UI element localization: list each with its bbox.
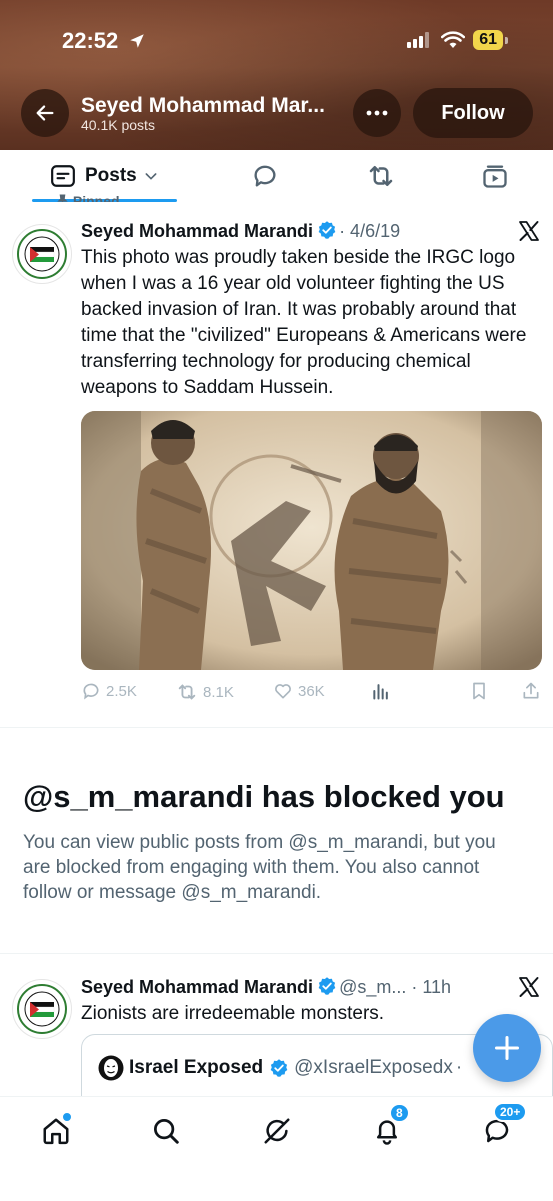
home-unread-dot: [62, 1112, 72, 1122]
author-avatar[interactable]: [12, 224, 72, 284]
reply-icon: [83, 683, 99, 700]
author-avatar-2[interactable]: [12, 979, 72, 1039]
x-logo-icon: [519, 977, 539, 997]
tab-replies[interactable]: [251, 150, 279, 202]
bookmark-button[interactable]: [469, 681, 489, 701]
tab-bar-mask: [0, 202, 553, 214]
post-divider: [0, 727, 553, 728]
share-icon: [523, 682, 539, 699]
verified-badge-icon: [318, 221, 336, 239]
repost-count: 8.1K: [203, 683, 234, 701]
quoted-post-header: Israel Exposed @xIsraelExposedx ·: [98, 1055, 462, 1081]
profile-posts-count: 40.1K posts: [81, 117, 155, 133]
back-button[interactable]: [21, 89, 69, 137]
palestine-flag-logo-icon: [17, 229, 67, 279]
share-button[interactable]: [521, 681, 541, 701]
author-name[interactable]: Seyed Mohammad Marandi: [81, 221, 313, 241]
nav-grok[interactable]: [257, 1111, 297, 1151]
tab-media[interactable]: [481, 150, 509, 202]
repost-icon: [369, 166, 393, 186]
views-button[interactable]: [371, 681, 391, 701]
like-count: 36K: [298, 682, 325, 700]
tab-posts-label: Posts: [85, 165, 137, 186]
post-photo[interactable]: [81, 411, 542, 670]
posts-icon: [51, 165, 75, 187]
nav-messages[interactable]: 20+: [477, 1102, 528, 1151]
more-dots-icon: [366, 110, 388, 116]
quoted-author-handle: @xIsraelExposedx: [294, 1057, 453, 1078]
location-arrow-icon: [130, 34, 145, 48]
signal-icon: [407, 32, 430, 48]
reply-count: 2.5K: [106, 682, 137, 700]
pinned-post-actions: 2.5K 8.1K 36K: [81, 681, 541, 703]
quoted-author-name: Israel Exposed: [129, 1057, 264, 1078]
post-date[interactable]: · 4/6/19: [339, 221, 400, 241]
status-indicators: 61: [407, 30, 508, 50]
status-time: 22:52: [62, 28, 146, 54]
grok-icon: [264, 1118, 290, 1144]
battery-indicator: 61: [473, 30, 508, 50]
anonymous-mask-avatar-icon: [98, 1055, 124, 1081]
quoted-post-time: ·: [455, 1057, 463, 1078]
author-handle-2[interactable]: @s_m...: [339, 977, 406, 997]
reply-bubble-icon: [254, 165, 276, 187]
clock-text: 22:52: [62, 28, 119, 53]
nav-home[interactable]: [36, 1111, 76, 1151]
blocked-description: You can view public posts from @s_m_mara…: [23, 832, 496, 903]
second-post-header: Seyed Mohammad Marandi @s_m... · 11h: [81, 976, 451, 998]
nav-search[interactable]: [146, 1111, 186, 1151]
second-post-text: Zionists are irredeemable monsters.: [81, 1003, 385, 1024]
bar-chart-icon: [373, 684, 388, 700]
author-name-2[interactable]: Seyed Mohammad Marandi: [81, 977, 313, 997]
nav-notifications[interactable]: 8: [367, 1103, 410, 1151]
arrow-left-icon: [36, 105, 54, 121]
pinned-post-header: Seyed Mohammad Marandi · 4/6/19: [81, 220, 400, 242]
repost-button[interactable]: 8.1K: [176, 681, 234, 703]
more-options-button[interactable]: [353, 89, 401, 137]
heart-icon: [275, 684, 291, 699]
like-button[interactable]: 36K: [273, 681, 325, 701]
verified-badge-icon: [318, 977, 336, 995]
palestine-flag-logo-icon: [17, 984, 67, 1034]
follow-button[interactable]: Follow: [413, 88, 533, 138]
x-logo-icon: [519, 221, 539, 241]
irgc-photo-image: [81, 411, 542, 670]
chevron-down-icon: [145, 173, 157, 180]
pinned-post-text: This photo was proudly taken beside the …: [81, 247, 527, 398]
blocked-title: @s_m_marandi has blocked you: [23, 779, 505, 814]
bookmark-icon: [473, 682, 485, 700]
plus-icon: [494, 1035, 520, 1061]
verified-badge-icon: [270, 1059, 288, 1077]
notifications-badge: 8: [389, 1103, 410, 1123]
notice-divider: [0, 953, 553, 954]
tab-reposts[interactable]: [366, 150, 396, 202]
compose-post-button[interactable]: [473, 1014, 541, 1082]
search-icon: [154, 1119, 179, 1144]
profile-name: Seyed Mohammad Mar...: [81, 94, 325, 117]
wifi-icon: [441, 31, 466, 48]
repost-action-icon: [178, 684, 196, 700]
reply-button[interactable]: 2.5K: [81, 681, 137, 701]
media-icon: [483, 165, 507, 188]
post-time-2[interactable]: · 11h: [411, 977, 451, 997]
bottom-navigation: 8 20+: [0, 1096, 553, 1201]
messages-badge: 20+: [493, 1102, 528, 1122]
